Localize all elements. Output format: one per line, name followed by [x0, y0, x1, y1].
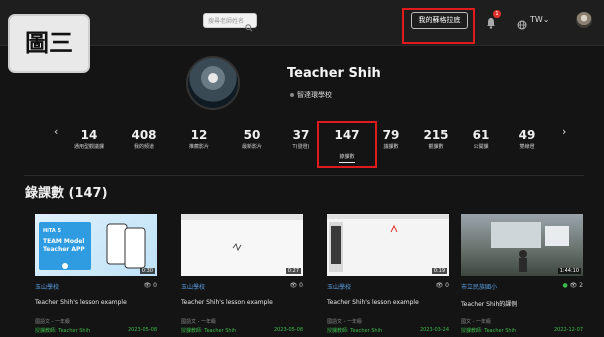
view-count: 👁 0	[290, 282, 303, 289]
eye-icon: 👁	[289, 282, 298, 289]
section-title: 錄課數 (147)	[25, 186, 108, 201]
stat-item[interactable]: 50 最新影片	[227, 128, 277, 152]
stat-number: 14	[80, 128, 98, 142]
video-thumbnail[interactable]: 1:44:10	[461, 214, 583, 276]
video-title[interactable]: Teacher Shih's lesson example	[181, 299, 273, 306]
subject-grade: 國語文 - 一年級	[181, 319, 216, 325]
stat-number: 49	[518, 128, 536, 142]
eye-icon: 👁	[569, 282, 578, 289]
school-name: 智達環學校	[290, 90, 332, 100]
chevron-right-icon[interactable]: ›	[562, 125, 566, 138]
video-duration: 0:19	[431, 268, 447, 274]
stat-number: 408	[131, 128, 157, 142]
teacher-info: 授課教師: Teacher Shih	[181, 328, 237, 334]
search-input[interactable]: 搜尋老師姓名	[203, 13, 257, 32]
top-nav-bar: 搜尋老師姓名 我的蘇格拉底 1 TW⌄	[0, 0, 604, 46]
stat-label: 推薦影片	[188, 144, 209, 150]
chevron-down-icon: ⌄	[542, 15, 550, 24]
video-card[interactable]: 0:27 玉山學校 👁 0 Teacher Shih's lesson exam…	[181, 214, 303, 337]
subject-grade: 國語文 - 一年級	[327, 319, 362, 325]
video-title[interactable]: Teacher Shih的課例	[461, 299, 517, 308]
search-icon[interactable]	[245, 17, 253, 36]
school-link[interactable]: 市立民族國小	[461, 282, 497, 291]
divider	[24, 175, 584, 176]
figure-label: 圖三	[8, 14, 90, 73]
stat-number: 12	[190, 128, 208, 142]
view-count: 👁 0	[436, 282, 449, 289]
view-count-value: 0	[299, 282, 303, 289]
stat-item[interactable]: 408 我的頻道	[119, 128, 169, 152]
view-count-value: 2	[579, 282, 583, 289]
video-date: 2022-12-07	[553, 327, 583, 333]
video-date: 2023-03-24	[419, 327, 449, 333]
view-count: ● 👁 2	[562, 282, 583, 289]
school-link[interactable]: 玉山學校	[327, 282, 351, 291]
teacher-info: 授課教師: Teacher Shih	[327, 328, 383, 334]
video-date: 2023-05-08	[273, 327, 303, 333]
search-placeholder: 搜尋老師姓名	[208, 18, 245, 25]
stat-number: 61	[472, 128, 490, 142]
app-title-line2: Teacher APP	[43, 246, 85, 253]
video-title[interactable]: Teacher Shih's lesson example	[35, 299, 127, 306]
school-dot-icon	[290, 93, 294, 97]
language-label: TW	[530, 15, 543, 24]
video-title[interactable]: Teacher Shih's lesson example	[327, 299, 419, 306]
stat-label: 觀課數	[428, 144, 444, 150]
teacher-info: 授課教師: Teacher Shih	[35, 328, 91, 334]
profile-photo	[186, 56, 240, 110]
video-date: 2023-05-08	[127, 327, 157, 333]
school-link[interactable]: 玉山學校	[181, 282, 205, 291]
stat-number: 215	[423, 128, 449, 142]
stat-number: 50	[243, 128, 261, 142]
video-card[interactable]: 1:44:10 市立民族國小 ● 👁 2 Teacher Shih的課例 國文 …	[461, 214, 583, 337]
video-card[interactable]: 0:19 玉山學校 👁 0 Teacher Shih's lesson exam…	[327, 214, 449, 337]
stat-item[interactable]: 12 推薦影片	[174, 128, 224, 152]
globe-icon[interactable]	[517, 15, 527, 34]
highlight-box-forum	[402, 8, 475, 44]
user-avatar[interactable]	[576, 12, 592, 28]
teacher-name: Teacher Shih	[287, 66, 381, 81]
stat-label: 通用型觀議課	[73, 144, 104, 150]
video-thumbnail[interactable]: 0:27	[181, 214, 303, 276]
view-count-value: 0	[153, 282, 157, 289]
chevron-left-icon[interactable]: ‹	[54, 125, 58, 138]
stat-label: 雙線燈	[519, 144, 535, 150]
stat-label: 最新影片	[241, 144, 262, 150]
subject-grade: 國文 - 一年級	[461, 319, 491, 325]
eye-icon: 👁	[435, 282, 444, 289]
video-duration: 1:44:10	[557, 268, 581, 274]
stat-item[interactable]: 215 觀課數	[411, 128, 461, 152]
school-link[interactable]: 玉山學校	[35, 282, 59, 291]
stat-item[interactable]: 49 雙線燈	[502, 128, 552, 152]
school-label: 智達環學校	[297, 91, 332, 99]
eye-icon: 👁	[143, 282, 152, 289]
language-selector[interactable]: TW⌄	[530, 15, 550, 24]
video-thumbnail[interactable]: HiTA 5 TEAM Model Teacher APP 0:30	[35, 214, 157, 276]
video-card[interactable]: HiTA 5 TEAM Model Teacher APP 0:30 玉山學校 …	[35, 214, 157, 337]
notification-badge: 1	[493, 10, 501, 18]
app-title-line1: TEAM Model	[43, 238, 85, 245]
video-duration: 0:30	[139, 268, 155, 274]
stat-label: 我的頻道	[133, 144, 154, 150]
stats-bar: 14 通用型觀議課 408 我的頻道 12 推薦影片 50 最新影片 37 T(發燈) 1…	[64, 128, 562, 163]
whiteboard-graphic	[327, 214, 449, 272]
stat-label: 公開課	[473, 144, 489, 150]
app-brand: HiTA 5	[43, 228, 62, 234]
whiteboard-graphic	[181, 214, 303, 251]
stat-item[interactable]: 14 通用型觀議課	[64, 128, 114, 152]
highlight-box-stat	[317, 121, 377, 168]
classroom-graphic	[491, 222, 569, 272]
teacher-info: 授課教師: Teacher Shih	[461, 328, 517, 334]
view-count: 👁 0	[144, 282, 157, 289]
stat-item[interactable]: 61 公開課	[456, 128, 506, 152]
video-thumbnail[interactable]: 0:19	[327, 214, 449, 276]
view-count-value: 0	[445, 282, 449, 289]
subject-grade: 國語文 - 一年級	[35, 319, 70, 325]
video-duration: 0:27	[285, 268, 301, 274]
app-promo-graphic	[39, 222, 146, 270]
green-dot-icon: ●	[562, 282, 568, 289]
